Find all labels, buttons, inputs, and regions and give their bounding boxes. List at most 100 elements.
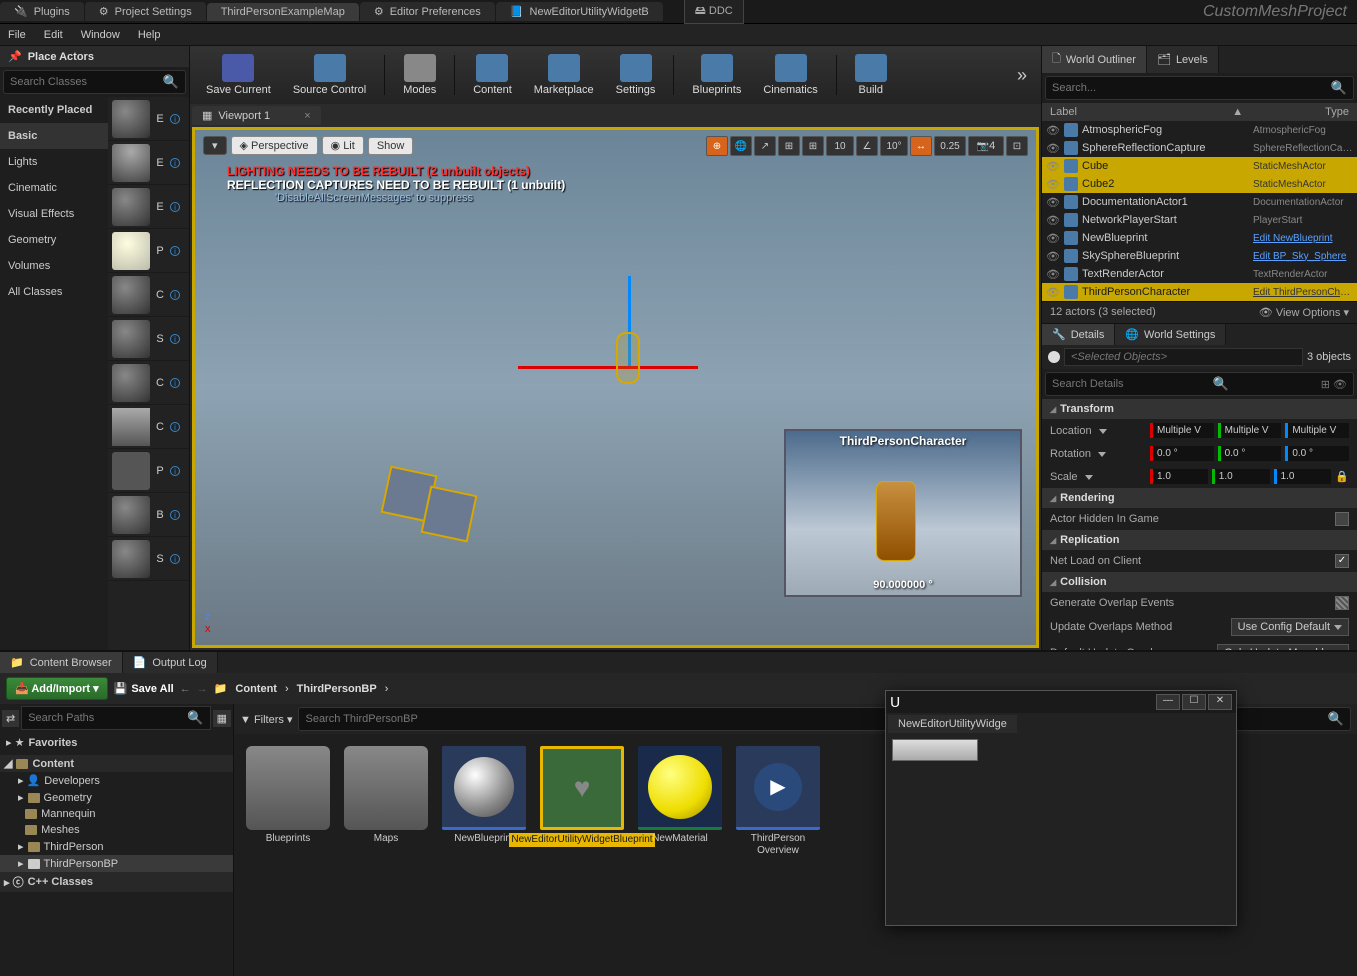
cat-lights[interactable]: Lights: [0, 149, 108, 175]
visibility-icon[interactable]: 👁: [1046, 160, 1060, 173]
outliner-row[interactable]: 👁TextRenderActorTextRenderActor: [1042, 265, 1357, 283]
tree-content[interactable]: ◢ Content: [0, 755, 233, 772]
section-collision[interactable]: Collision: [1042, 572, 1357, 592]
actor-item[interactable]: Pi: [108, 229, 189, 273]
visibility-icon[interactable]: 👁: [1046, 214, 1060, 227]
tb-source-control[interactable]: Source Control: [285, 52, 374, 98]
vp-menu[interactable]: ▾: [203, 136, 227, 155]
netload-checkbox[interactable]: [1335, 554, 1349, 568]
tb-cinematics[interactable]: Cinematics: [755, 52, 825, 98]
visibility-icon[interactable]: 👁: [1046, 232, 1060, 245]
actor-type[interactable]: Edit NewBlueprint: [1253, 233, 1353, 244]
visibility-icon[interactable]: 👁: [1046, 178, 1060, 191]
cat-recently-placed[interactable]: Recently Placed: [0, 97, 108, 123]
close-button[interactable]: ✕: [1208, 694, 1232, 710]
gen-overlap-checkbox[interactable]: [1335, 596, 1349, 610]
actor-item[interactable]: Ei: [108, 185, 189, 229]
asset-newblueprint[interactable]: NewBlueprint: [442, 746, 526, 845]
rot-y[interactable]: 0.0 °: [1218, 446, 1282, 461]
asset-newmaterial[interactable]: NewMaterial: [638, 746, 722, 845]
tree-item[interactable]: ▸ Geometry: [0, 789, 233, 806]
viewport-tab[interactable]: ▦ Viewport 1 ×: [192, 106, 321, 125]
cat-basic[interactable]: Basic: [0, 123, 108, 149]
sources-toggle[interactable]: ⇄: [2, 710, 19, 727]
tb-marketplace[interactable]: Marketplace: [526, 52, 602, 98]
tab-project-settings[interactable]: ⚙Project Settings: [85, 2, 206, 21]
hidden-checkbox[interactable]: [1335, 512, 1349, 526]
lock-icon[interactable]: ▦: [213, 710, 231, 727]
cat-geometry[interactable]: Geometry: [0, 227, 108, 253]
sources-search[interactable]: Search Paths🔍: [21, 706, 210, 730]
maximize-button[interactable]: ☐: [1182, 694, 1206, 710]
outliner-row[interactable]: 👁ThirdPersonCharacterEdit ThirdPersonCha…: [1042, 283, 1357, 301]
outliner-row[interactable]: 👁CubeStaticMeshActor: [1042, 157, 1357, 175]
toolbar-overflow[interactable]: »: [1011, 65, 1033, 86]
asset-blueprints[interactable]: Blueprints: [246, 746, 330, 845]
tb-save-current[interactable]: Save Current: [198, 52, 279, 98]
visibility-icon[interactable]: 👁: [1046, 142, 1060, 155]
outliner-row[interactable]: 👁DocumentationActor1DocumentationActor: [1042, 193, 1357, 211]
vp-perspective[interactable]: ◈ Perspective: [231, 136, 318, 155]
outliner-row[interactable]: 👁SphereReflectionCaptureSphereReflection…: [1042, 139, 1357, 157]
actor-item[interactable]: Si: [108, 537, 189, 581]
menu-window[interactable]: Window: [81, 29, 120, 41]
update-overlaps-combo[interactable]: Use Config Default: [1231, 618, 1349, 636]
tab-levels[interactable]: 🗂 Levels: [1147, 46, 1219, 73]
vp-cam-speed[interactable]: 📷 4: [968, 136, 1004, 156]
scale-x[interactable]: 1.0: [1150, 469, 1208, 484]
actor-item[interactable]: Ci: [108, 273, 189, 317]
vp-snap-t[interactable]: 10: [826, 136, 854, 156]
visibility-icon[interactable]: 👁: [1046, 268, 1060, 281]
details-search[interactable]: Search Details🔍 ⊞ 👁: [1045, 372, 1354, 396]
floating-titlebar[interactable]: ᑌ — ☐ ✕: [886, 691, 1236, 713]
tree-item[interactable]: Meshes: [0, 822, 233, 838]
tab-content-browser[interactable]: 📁 Content Browser: [0, 652, 123, 673]
tab-plugins[interactable]: 🔌Plugins: [0, 2, 84, 21]
filters-button[interactable]: ▼ Filters ▾: [240, 713, 292, 726]
tree-item[interactable]: ▸ 👤 Developers: [0, 772, 233, 789]
tb-build[interactable]: Build: [847, 52, 895, 98]
rot-z[interactable]: 0.0 °: [1285, 446, 1349, 461]
vp-lit[interactable]: ◉ Lit: [322, 136, 364, 155]
add-import-button[interactable]: 📥 Add/Import ▾: [6, 677, 108, 700]
vp-maximize[interactable]: ⊡: [1006, 136, 1028, 156]
tab-editor-utility[interactable]: 📘NewEditorUtilityWidgetB: [496, 2, 663, 21]
vp-show[interactable]: Show: [368, 137, 414, 155]
nav-back[interactable]: ←: [180, 683, 191, 695]
scale-y[interactable]: 1.0: [1212, 469, 1270, 484]
loc-x[interactable]: Multiple V: [1150, 423, 1214, 438]
scene-cube[interactable]: [421, 486, 478, 543]
tree-item-thirdpersonbp[interactable]: ▸ ThirdPersonBP: [0, 855, 233, 872]
selected-objects-field[interactable]: <Selected Objects>: [1064, 348, 1303, 366]
save-all-button[interactable]: 💾 Save All: [114, 682, 174, 695]
floating-tab[interactable]: NewEditorUtilityWidge: [888, 715, 1017, 733]
loc-z[interactable]: Multiple V: [1285, 423, 1349, 438]
visibility-icon[interactable]: 👁: [1046, 124, 1060, 137]
asset-neweditorutilitywidgetblueprint[interactable]: ♥NewEditorUtilityWidgetBlueprint: [540, 746, 624, 847]
vp-transform-mode[interactable]: ⊕: [706, 136, 728, 156]
floating-window[interactable]: ᑌ — ☐ ✕ NewEditorUtilityWidge: [885, 690, 1237, 926]
tab-details[interactable]: 🔧 Details: [1042, 324, 1115, 345]
tree-cpp[interactable]: ▸ ⓒ C++ Classes: [0, 872, 233, 892]
actor-item[interactable]: Ei: [108, 97, 189, 141]
tb-settings[interactable]: Settings: [608, 52, 664, 98]
breadcrumb[interactable]: 📁Content› ThirdPersonBP›: [214, 682, 389, 695]
outliner-header[interactable]: Label▲Type: [1042, 103, 1357, 121]
viewport[interactable]: ▾ ◈ Perspective ◉ Lit Show ⊕ 🌐 ↗ ⊞ ⊞ 10 …: [192, 127, 1039, 648]
tab-level[interactable]: ThirdPersonExampleMap: [207, 3, 359, 21]
menu-help[interactable]: Help: [138, 29, 161, 41]
asset-thirdperson-overview[interactable]: ▶ThirdPerson Overview: [736, 746, 820, 857]
asset-maps[interactable]: Maps: [344, 746, 428, 845]
tab-world-outliner[interactable]: 🗋 World Outliner: [1042, 46, 1147, 73]
loc-y[interactable]: Multiple V: [1218, 423, 1282, 438]
outliner-row[interactable]: 👁NetworkPlayerStartPlayerStart: [1042, 211, 1357, 229]
scale-z[interactable]: 1.0: [1274, 469, 1332, 484]
minimize-button[interactable]: —: [1156, 694, 1180, 710]
outliner-row[interactable]: 👁NewBlueprintEdit NewBlueprint: [1042, 229, 1357, 247]
visibility-icon[interactable]: 👁: [1046, 286, 1060, 299]
tab-world-settings[interactable]: 🌐 World Settings: [1115, 324, 1226, 345]
default-update-combo[interactable]: Only Update Movable: [1217, 644, 1349, 650]
actor-type[interactable]: Edit ThirdPersonCharacter: [1253, 287, 1353, 298]
tree-item[interactable]: Mannequin: [0, 806, 233, 822]
rot-x[interactable]: 0.0 °: [1150, 446, 1214, 461]
